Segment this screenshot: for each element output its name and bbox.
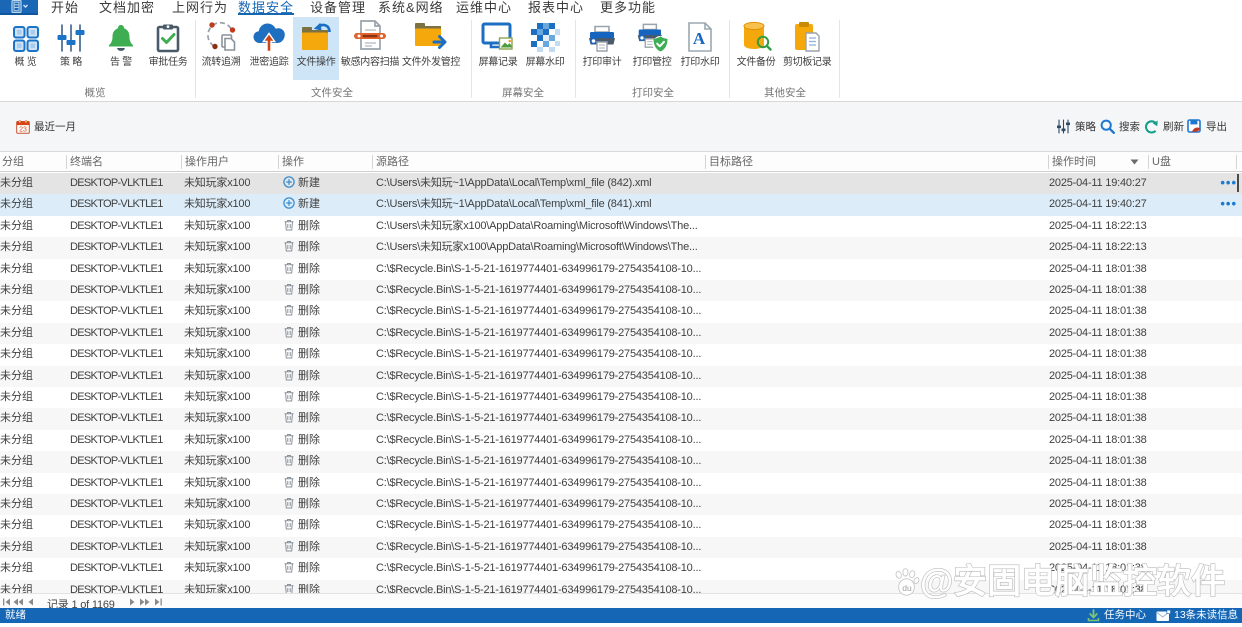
svg-text:A: A bbox=[693, 29, 706, 48]
svg-text:23: 23 bbox=[19, 126, 27, 133]
svg-text:du: du bbox=[902, 583, 912, 593]
